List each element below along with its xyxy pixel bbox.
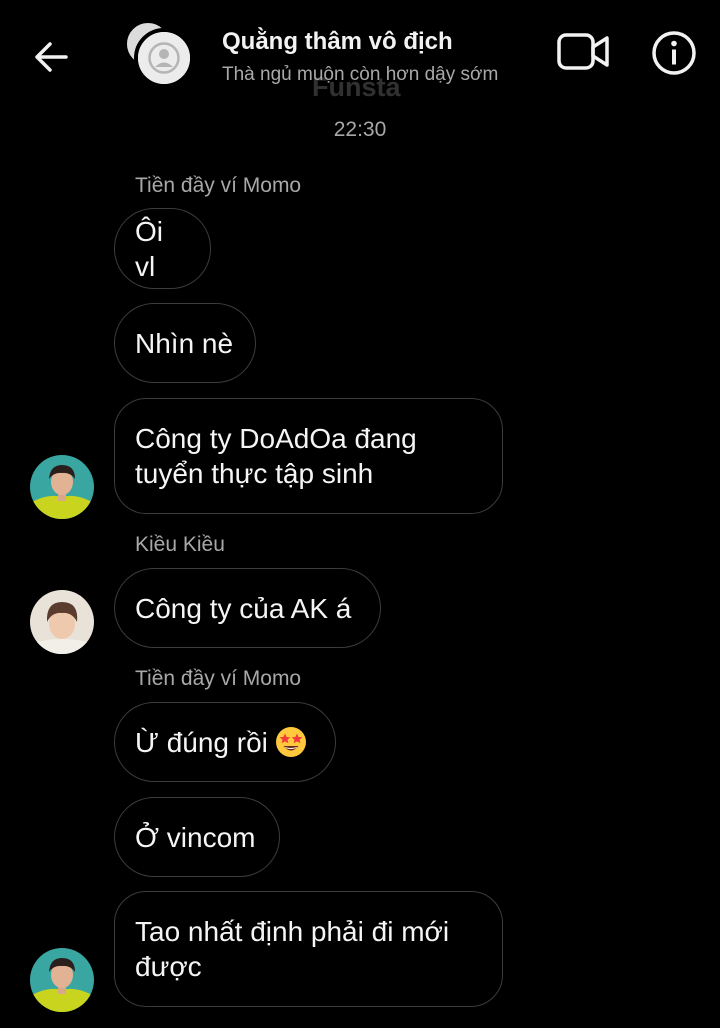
chat-title[interactable]: Quằng thâm vô địch bbox=[222, 28, 453, 56]
message-bubble[interactable]: Ở vincom bbox=[114, 797, 280, 877]
message-bubble[interactable]: Tao nhất định phải đi mới được bbox=[114, 891, 503, 1007]
chat-header: Funsta Quằng thâm vô địch Thà ngủ muộn c… bbox=[0, 0, 720, 108]
message-text: Ừ đúng rồi bbox=[135, 726, 268, 758]
message-text-line: Tao nhất định phải đi mới bbox=[135, 916, 450, 947]
message-text: Ôi vl bbox=[135, 215, 163, 282]
user-avatar-photo bbox=[30, 590, 94, 654]
message-text: Công ty của AK á bbox=[135, 592, 352, 624]
group-avatar-front bbox=[134, 28, 194, 88]
chat-status: Thà ngủ muộn còn hơn dậy sớm bbox=[222, 64, 499, 85]
message-text: Nhìn nè bbox=[135, 327, 234, 359]
message-text-line: tuyển thực tập sinh bbox=[135, 458, 374, 489]
info-button[interactable] bbox=[650, 29, 698, 77]
avatar[interactable] bbox=[30, 948, 94, 1012]
message-text: Ở vincom bbox=[135, 821, 256, 853]
sender-name: Tiền đầy ví Momo bbox=[135, 174, 302, 197]
default-user-icon bbox=[138, 32, 190, 84]
message-timestamp: 22:30 bbox=[333, 118, 387, 141]
message-bubble[interactable]: Công ty DoAdOa đang tuyển thực tập sinh bbox=[114, 398, 503, 514]
video-call-button[interactable] bbox=[556, 30, 612, 74]
message-text-line: Công ty DoAdOa đang bbox=[135, 423, 417, 454]
message-bubble[interactable]: Công ty của AK á bbox=[114, 568, 381, 648]
user-avatar-photo bbox=[30, 455, 94, 519]
back-button[interactable] bbox=[28, 34, 74, 80]
arrow-left-icon bbox=[35, 42, 68, 72]
message-bubble[interactable]: Ôi vl bbox=[114, 208, 211, 289]
sender-name: Kiều Kiều bbox=[135, 533, 225, 556]
user-avatar-photo bbox=[30, 948, 94, 1012]
avatar[interactable] bbox=[30, 455, 94, 519]
avatar[interactable] bbox=[30, 590, 94, 654]
sender-name: Tiền đầy ví Momo bbox=[135, 667, 302, 690]
message-text-line: được bbox=[135, 951, 202, 982]
info-icon bbox=[652, 31, 696, 75]
video-camera-icon bbox=[557, 33, 609, 70]
message-bubble[interactable]: Nhìn nè bbox=[114, 303, 256, 383]
group-avatar[interactable] bbox=[124, 20, 196, 92]
message-bubble[interactable]: Ừ đúng rồi bbox=[114, 702, 336, 782]
star-struck-emoji-icon bbox=[275, 727, 306, 757]
